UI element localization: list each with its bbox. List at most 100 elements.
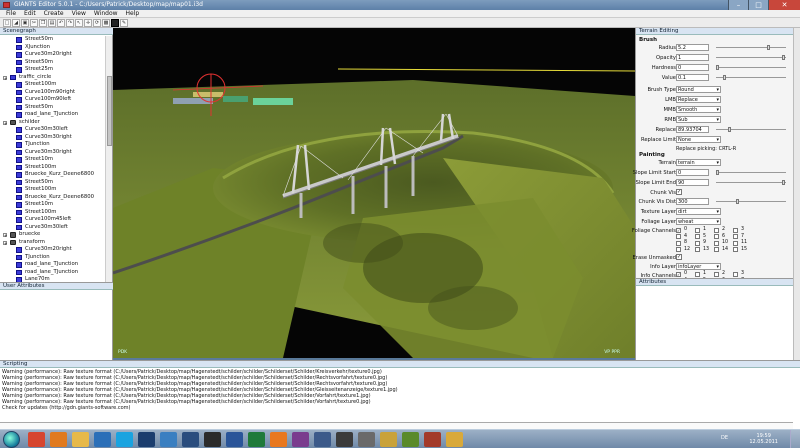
- copy-icon[interactable]: ❐: [39, 18, 47, 27]
- radius-input[interactable]: 5.2: [676, 44, 709, 51]
- right-panel-scrollbar[interactable]: [793, 28, 800, 360]
- replace-input[interactable]: 89.93704: [676, 126, 709, 133]
- hardness-slider[interactable]: [716, 65, 786, 70]
- chunk-vis-dist-slider-knob[interactable]: [735, 199, 739, 204]
- channel-checkbox[interactable]: [714, 271, 719, 277]
- menu-file[interactable]: File: [2, 10, 20, 17]
- start-button[interactable]: [3, 431, 20, 448]
- replace-slider-knob[interactable]: [728, 127, 731, 132]
- tractor-icon[interactable]: [424, 432, 441, 447]
- scenegraph-item[interactable]: Curve30m20right: [0, 51, 106, 59]
- opacity-input[interactable]: 1: [676, 54, 709, 61]
- steam-client-icon[interactable]: [336, 432, 353, 447]
- winrar-icon[interactable]: [292, 432, 309, 447]
- paint-icon[interactable]: [160, 432, 177, 447]
- scenegraph-item[interactable]: Street100m: [0, 164, 106, 172]
- radius-slider-knob[interactable]: [767, 45, 771, 50]
- scenegraph-item[interactable]: Street25m: [0, 66, 106, 74]
- value-slider-knob[interactable]: [722, 75, 726, 80]
- scenegraph-item[interactable]: Curve100m90left: [0, 96, 106, 104]
- scenegraph-item[interactable]: Street10m: [0, 156, 106, 164]
- menu-create[interactable]: Create: [40, 10, 68, 17]
- maximize-button[interactable]: □: [748, 0, 768, 10]
- paint-tool-icon[interactable]: ✎: [120, 18, 128, 27]
- slope-start-input[interactable]: 0: [676, 169, 709, 176]
- mediaplayer-icon[interactable]: [94, 432, 111, 447]
- channel-checkbox[interactable]: [733, 271, 738, 277]
- scenegraph-item[interactable]: Street50m: [0, 36, 106, 44]
- calculator-icon[interactable]: [358, 432, 375, 447]
- scenegraph-item[interactable]: + traffic_circle: [0, 74, 106, 82]
- channel-checkbox[interactable]: [733, 227, 738, 233]
- channel-checkbox[interactable]: [695, 234, 700, 239]
- channel-checkbox-cell[interactable]: 14: [714, 247, 733, 254]
- scenegraph-item[interactable]: Bruecke_Kurz_Deene6800: [0, 171, 106, 179]
- scenegraph-item[interactable]: road_lane_TJunction: [0, 261, 106, 269]
- scenegraph-item[interactable]: Curve30m20right: [0, 246, 106, 254]
- undo-icon[interactable]: ↶: [57, 18, 65, 27]
- cut-icon[interactable]: ✂: [30, 18, 38, 27]
- rotate-icon[interactable]: ⟳: [93, 18, 101, 27]
- channel-checkbox[interactable]: [676, 247, 681, 252]
- rmb-select[interactable]: Sub: [676, 116, 721, 123]
- scenegraph-item[interactable]: XJunction: [0, 44, 106, 52]
- scale-icon[interactable]: ▩: [102, 18, 110, 27]
- excel-icon[interactable]: [248, 432, 265, 447]
- scenegraph-item[interactable]: Curve30m30left: [0, 224, 106, 232]
- channel-checkbox[interactable]: [714, 247, 719, 252]
- channel-checkbox[interactable]: [695, 227, 700, 233]
- channel-checkbox[interactable]: [714, 227, 719, 233]
- channel-checkbox[interactable]: [695, 247, 700, 252]
- channel-checkbox[interactable]: [676, 240, 681, 246]
- slope-end-slider[interactable]: [716, 180, 786, 185]
- channel-checkbox[interactable]: [733, 247, 738, 252]
- channel-checkbox-cell[interactable]: 12: [676, 247, 695, 254]
- channel-checkbox-cell[interactable]: 13: [695, 247, 714, 254]
- menu-help[interactable]: Help: [122, 10, 144, 17]
- channel-checkbox-cell[interactable]: 15: [733, 247, 752, 254]
- new-file-icon[interactable]: □: [3, 18, 11, 27]
- select-icon[interactable]: ↖: [75, 18, 83, 27]
- screenshot-icon[interactable]: [314, 432, 331, 447]
- 3d-viewport[interactable]: PDK VP PPR: [113, 28, 635, 358]
- redo-icon[interactable]: ↷: [66, 18, 74, 27]
- expand-icon[interactable]: +: [3, 120, 7, 125]
- game-icon[interactable]: [402, 432, 419, 447]
- scenegraph-item[interactable]: + bruecke: [0, 231, 106, 239]
- scenegraph-item[interactable]: Curve30m30right: [0, 134, 106, 142]
- value-input[interactable]: 0.1: [676, 74, 709, 81]
- scrollbar-thumb[interactable]: [107, 76, 112, 146]
- mmb-select[interactable]: Smooth: [676, 106, 721, 113]
- paste-icon[interactable]: ▤: [48, 18, 56, 27]
- scenegraph-item[interactable]: + schilder: [0, 119, 106, 127]
- teamspeak-icon[interactable]: [182, 432, 199, 447]
- scenegraph-item[interactable]: + transform: [0, 239, 106, 247]
- expand-icon[interactable]: +: [3, 240, 7, 245]
- brush-type-select[interactable]: Round: [676, 86, 721, 93]
- channel-checkbox[interactable]: [733, 240, 738, 246]
- menu-edit[interactable]: Edit: [20, 10, 40, 17]
- chunk-vis-checkbox[interactable]: ✓: [676, 189, 682, 195]
- expand-icon[interactable]: +: [3, 233, 7, 238]
- scenegraph-scrollbar[interactable]: [105, 36, 112, 282]
- scenegraph-tree[interactable]: Street50m XJunction Curve30m20right Street5…: [0, 36, 106, 282]
- lmb-select[interactable]: Replace: [676, 96, 721, 103]
- expand-icon[interactable]: +: [3, 75, 7, 80]
- scenegraph-item[interactable]: Street100m: [0, 186, 106, 194]
- slope-end-slider-knob[interactable]: [782, 180, 785, 185]
- clock[interactable]: 19:59 12.05.2011: [749, 433, 778, 445]
- scenegraph-item[interactable]: road_lane_TJunction: [0, 111, 106, 119]
- opacity-slider-knob[interactable]: [782, 55, 785, 60]
- firefox-icon[interactable]: [50, 432, 67, 447]
- scenegraph-item[interactable]: Bruecke_Kurz_Deene6800: [0, 194, 106, 202]
- slope-end-input[interactable]: 90: [676, 179, 709, 186]
- channel-checkbox[interactable]: [714, 240, 719, 246]
- scenegraph-item[interactable]: road_lane_TJunction: [0, 269, 106, 277]
- word-icon[interactable]: [226, 432, 243, 447]
- close-button[interactable]: ✕: [768, 0, 800, 10]
- scenegraph-item[interactable]: Curve100m45left: [0, 216, 106, 224]
- opacity-slider[interactable]: [716, 55, 786, 60]
- channel-checkbox[interactable]: [695, 271, 700, 277]
- scenegraph-item[interactable]: Street100m: [0, 209, 106, 217]
- photoshop-icon[interactable]: [138, 432, 155, 447]
